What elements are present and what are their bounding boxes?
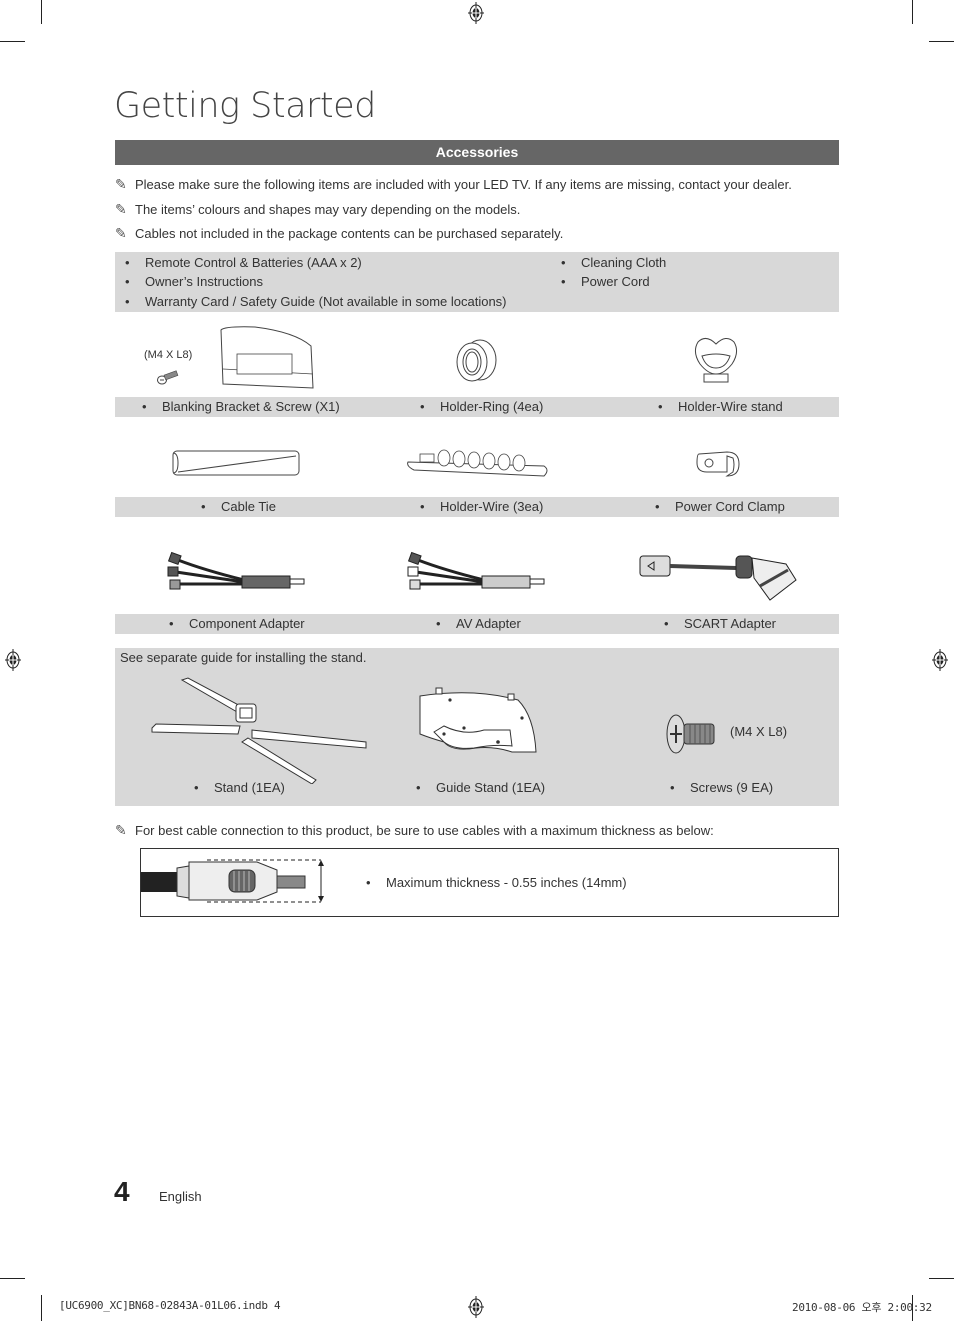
accessory-label: • Blanking Bracket & Screw (X1) (142, 399, 340, 414)
holder-wire-icon (407, 449, 548, 477)
registration-mark-icon (468, 2, 484, 24)
note: ✎ Please make sure the following items ar… (115, 176, 792, 192)
print-timestamp: 2010-08-06 오후 2:00:32 (792, 1301, 932, 1314)
crop-mark (912, 0, 913, 24)
registration-mark-icon (5, 649, 21, 671)
accessory-label: • Component Adapter (169, 616, 305, 631)
note: ✎ For best cable connection to this produ… (115, 822, 714, 838)
pencil-note-icon: ✎ (115, 201, 127, 217)
registration-mark-icon (468, 1296, 484, 1318)
guide-stand-icon (419, 687, 537, 753)
pencil-note-icon: ✎ (115, 822, 127, 838)
av-adapter-icon (407, 551, 545, 590)
crop-mark (929, 41, 954, 42)
holder-wire-stand-icon (694, 338, 738, 383)
accessory-label: • Holder-Wire (3ea) (420, 499, 544, 514)
crop-mark (41, 1295, 42, 1321)
screw-small-icon (157, 370, 179, 385)
screw-spec-label: (M4 X L8) (730, 724, 788, 739)
page-title: Getting Started (114, 86, 376, 126)
language-label: English (159, 1189, 202, 1204)
accessory-label: • Cable Tie (201, 499, 276, 514)
crop-mark (929, 1278, 954, 1279)
note: ✎ The items’ colours and shapes may vary … (115, 201, 521, 217)
stand-item-label: • Guide Stand (1EA) (416, 780, 546, 795)
crop-mark (0, 41, 25, 42)
screw-spec-label: (M4 X L8) (144, 349, 193, 361)
registration-mark-icon (932, 649, 948, 671)
accessory-label: • Holder-Wire stand (658, 399, 783, 414)
stand-note: See separate guide for installing the st… (120, 650, 367, 665)
list-item: • Owner’s Instructions (125, 274, 264, 289)
section-header: Accessories (115, 140, 839, 165)
crop-mark (41, 0, 42, 24)
note: ✎ Cables not included in the package cont… (115, 225, 564, 241)
crop-mark (0, 1278, 25, 1279)
list-item: • Cleaning Cloth (561, 255, 667, 270)
holder-ring-icon (456, 339, 497, 382)
list-item: • Power Cord (561, 274, 650, 289)
stand-icon (151, 677, 367, 784)
accessory-label: • AV Adapter (436, 616, 521, 631)
stand-item-label: • Stand (1EA) (194, 780, 285, 795)
screw-icon (666, 714, 715, 754)
stand-item-label: • Screws (9 EA) (670, 780, 774, 795)
max-thickness-label: • Maximum thickness - 0.55 inches (14mm) (366, 875, 627, 890)
accessory-label: • SCART Adapter (664, 616, 777, 631)
page-number: 4 (114, 1176, 130, 1207)
accessory-label: • Power Cord Clamp (655, 499, 785, 514)
scart-adapter-icon (639, 555, 797, 601)
power-cord-clamp-icon (696, 451, 740, 477)
pencil-note-icon: ✎ (115, 225, 127, 241)
pencil-note-icon: ✎ (115, 176, 127, 192)
accessory-label: • Holder-Ring (4ea) (420, 399, 544, 414)
cable-plug-icon (141, 859, 324, 903)
list-item: • Warranty Card / Safety Guide (Not avail… (125, 294, 507, 309)
list-item: • Remote Control & Batteries (AAA x 2) (125, 255, 362, 270)
cable-tie-icon (172, 450, 300, 476)
component-adapter-icon (167, 551, 305, 590)
blanking-bracket-icon (220, 326, 314, 389)
file-slug: [UC6900_XC]BN68-02843A-01L06.indb 4 (59, 1299, 281, 1312)
